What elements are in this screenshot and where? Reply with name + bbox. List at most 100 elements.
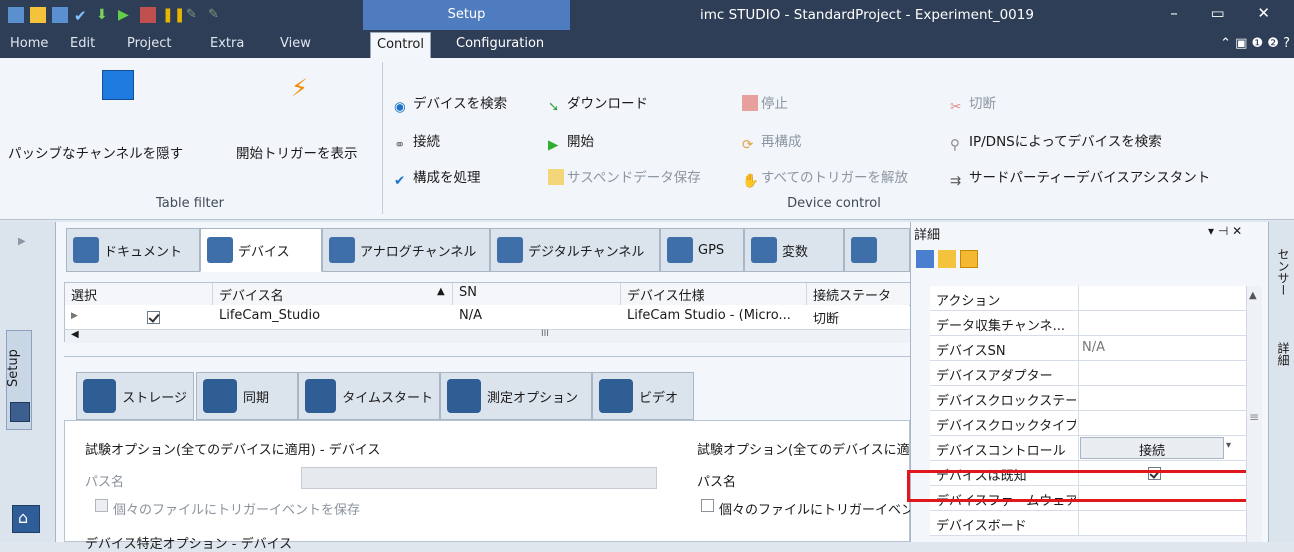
stop-icon[interactable] [140, 7, 156, 23]
devices-icon [207, 237, 233, 263]
expand-arrow-icon[interactable]: ▶ [18, 236, 26, 247]
download-label: ダウンロード [567, 96, 648, 112]
release-triggers-button[interactable]: ✋ すべてのトリガーを解放 [742, 166, 908, 189]
connect-dropdown[interactable]: 接続 [1080, 437, 1224, 459]
tab-storage[interactable]: ストレージ [76, 372, 194, 420]
reconfigure-label: 再構成 [761, 134, 802, 150]
disconnect-button[interactable]: ✂ 切断 [950, 92, 996, 115]
check-icon[interactable]: ✔ [74, 7, 90, 25]
property-row[interactable]: データ収集チャンネ... [930, 311, 1252, 336]
third-party-assistant-button[interactable]: ⇉ サードパーティーデバイスアシスタント [950, 166, 1210, 189]
menu-view[interactable]: View [280, 36, 311, 51]
splitter[interactable] [64, 356, 910, 357]
table-row[interactable]: ▶ LifeCam_Studio N/A LifeCam Studio - (M… [65, 306, 911, 330]
tool2-icon[interactable]: ✎ [208, 7, 224, 23]
help-icons[interactable]: ⌃ ▣ ❶ ❷ ? [1220, 36, 1290, 51]
col-sn[interactable]: SN [453, 283, 621, 305]
tab-overflow[interactable] [844, 228, 910, 272]
connect-button[interactable]: ⚭ 接続 [394, 130, 440, 153]
save-trigger-checkbox[interactable] [95, 499, 108, 512]
group-device-specific-title: デバイス特定オプション - デバイス [85, 537, 293, 552]
tab-variables[interactable]: 変数 [744, 228, 844, 272]
download-icon[interactable]: ⬇ [96, 7, 112, 23]
path-input[interactable] [301, 467, 657, 489]
search-ip-dns-button[interactable]: ⚲ IP/DNSによってデバイスを検索 [950, 130, 1162, 153]
tab-document[interactable]: ドキュメント [66, 228, 200, 272]
sensor-side-tab[interactable]: センサー [1275, 248, 1292, 296]
property-row[interactable]: デバイスSN N/A [930, 336, 1252, 361]
tab-measurement-options[interactable]: 測定オプション [440, 372, 592, 420]
tab-digital-channels[interactable]: デジタルチャンネル [490, 228, 660, 272]
save-trigger-checkbox-2[interactable] [701, 499, 714, 512]
home-glyph-icon: ⌂ [18, 508, 29, 527]
analog-icon [329, 237, 355, 263]
col-select[interactable]: 選択 [65, 283, 213, 305]
col-device-name[interactable]: デバイス名 [213, 283, 453, 305]
cell-device-name: LifeCam_Studio [219, 308, 321, 323]
stop-button[interactable]: 停止 [742, 92, 788, 112]
group-all-devices-title: 試験オプション(全てのデバイスに適用) - デバイス [85, 443, 381, 458]
scroll-left-icon[interactable]: ◀ [71, 329, 79, 340]
show-start-trigger-button[interactable]: 開始トリガーを表示 [236, 142, 358, 162]
details-side-tab[interactable]: 詳細 [1275, 342, 1292, 366]
row-select-checkbox[interactable] [147, 311, 160, 324]
menu-project[interactable]: Project [127, 36, 171, 51]
tab-devices[interactable]: デバイス [200, 228, 322, 272]
sync-icon [203, 379, 237, 413]
hide-passive-channels-button[interactable]: パッシブなチャンネルを隠す [8, 142, 183, 162]
open-icon[interactable] [30, 7, 46, 23]
tab-video[interactable]: ビデオ [592, 372, 694, 420]
properties-icon[interactable] [960, 250, 978, 268]
property-row[interactable]: デバイスボード [930, 511, 1252, 536]
col-device-spec[interactable]: デバイス仕様 [621, 283, 807, 305]
save-icon[interactable] [52, 7, 68, 23]
setup-side-icon [10, 402, 30, 422]
menu-extra[interactable]: Extra [210, 36, 244, 51]
folder-icon[interactable] [938, 250, 956, 268]
start-button[interactable]: ▶ 開始 [548, 130, 594, 153]
table-filter-group-label: Table filter [156, 196, 224, 211]
property-key: アクション [936, 294, 1001, 309]
storage-panel: 試験オプション(全てのデバイスに適用) - デバイス パス名 個々のファイルにト… [64, 420, 914, 552]
play-icon[interactable]: ▶ [118, 7, 134, 23]
tab-control[interactable]: Control [370, 32, 431, 58]
scroll-up-icon[interactable]: ▲ [1249, 290, 1257, 301]
property-row[interactable]: アクション [930, 286, 1252, 311]
tab-sync[interactable]: 同期 [196, 372, 298, 420]
menu-edit[interactable]: Edit [70, 36, 95, 51]
property-key: デバイスコントロール [936, 444, 1066, 459]
sort-category-icon[interactable] [916, 250, 934, 268]
download-button[interactable]: ➘ ダウンロード [548, 92, 648, 115]
chevron-down-icon[interactable]: ▾ [1226, 440, 1231, 451]
tab-time-start[interactable]: タイムスタート [298, 372, 440, 420]
search-devices-label: デバイスを検索 [413, 96, 508, 112]
save-suspend-data-button[interactable]: サスペンドデータ保存 [548, 166, 701, 186]
property-key: デバイスアダプター [936, 369, 1053, 384]
options-icon [447, 379, 481, 413]
storage-icon [83, 379, 117, 413]
property-row[interactable]: デバイスアダプター [930, 361, 1252, 386]
tab-gps[interactable]: GPS [660, 228, 744, 272]
path-label-2: パス名 [697, 475, 737, 490]
search-ip-label: IP/DNSによってデバイスを検索 [969, 134, 1162, 150]
property-row[interactable]: デバイスクロックタイプ [930, 411, 1252, 436]
property-row-device-control[interactable]: デバイスコントロール 接続 ▾ [930, 436, 1252, 461]
menu-home[interactable]: Home [10, 36, 48, 51]
scroll-grip-icon[interactable]: ≡ [1249, 410, 1259, 424]
tab-analog-channels[interactable]: アナログチャンネル [322, 228, 490, 272]
scroll-thumb[interactable]: III [541, 329, 549, 339]
col-connection-status[interactable]: 接続ステータ [807, 283, 911, 305]
table-grid-icon [102, 70, 134, 100]
horizontal-scrollbar[interactable]: ◀ III [65, 329, 911, 343]
window-controls[interactable]: – ▭ ✕ [1170, 4, 1284, 22]
tab-configuration[interactable]: Configuration [456, 36, 544, 51]
reconfigure-button[interactable]: ⟳ 再構成 [742, 130, 802, 153]
search-devices-button[interactable]: ◉ デバイスを検索 [394, 92, 507, 115]
pause-icon[interactable]: ❚❚ [162, 7, 185, 23]
title-bar: ✔ ⬇ ▶ ❚❚ ✎ ✎ [0, 0, 1294, 30]
tab-video-label: ビデオ [639, 390, 679, 406]
details-pin-controls[interactable]: ▾ ⊣ ✕ [1208, 224, 1242, 238]
process-config-button[interactable]: ✔ 構成を処理 [394, 166, 481, 189]
property-row[interactable]: デバイスクロックステート [930, 386, 1252, 411]
tool-icon[interactable]: ✎ [186, 7, 202, 23]
